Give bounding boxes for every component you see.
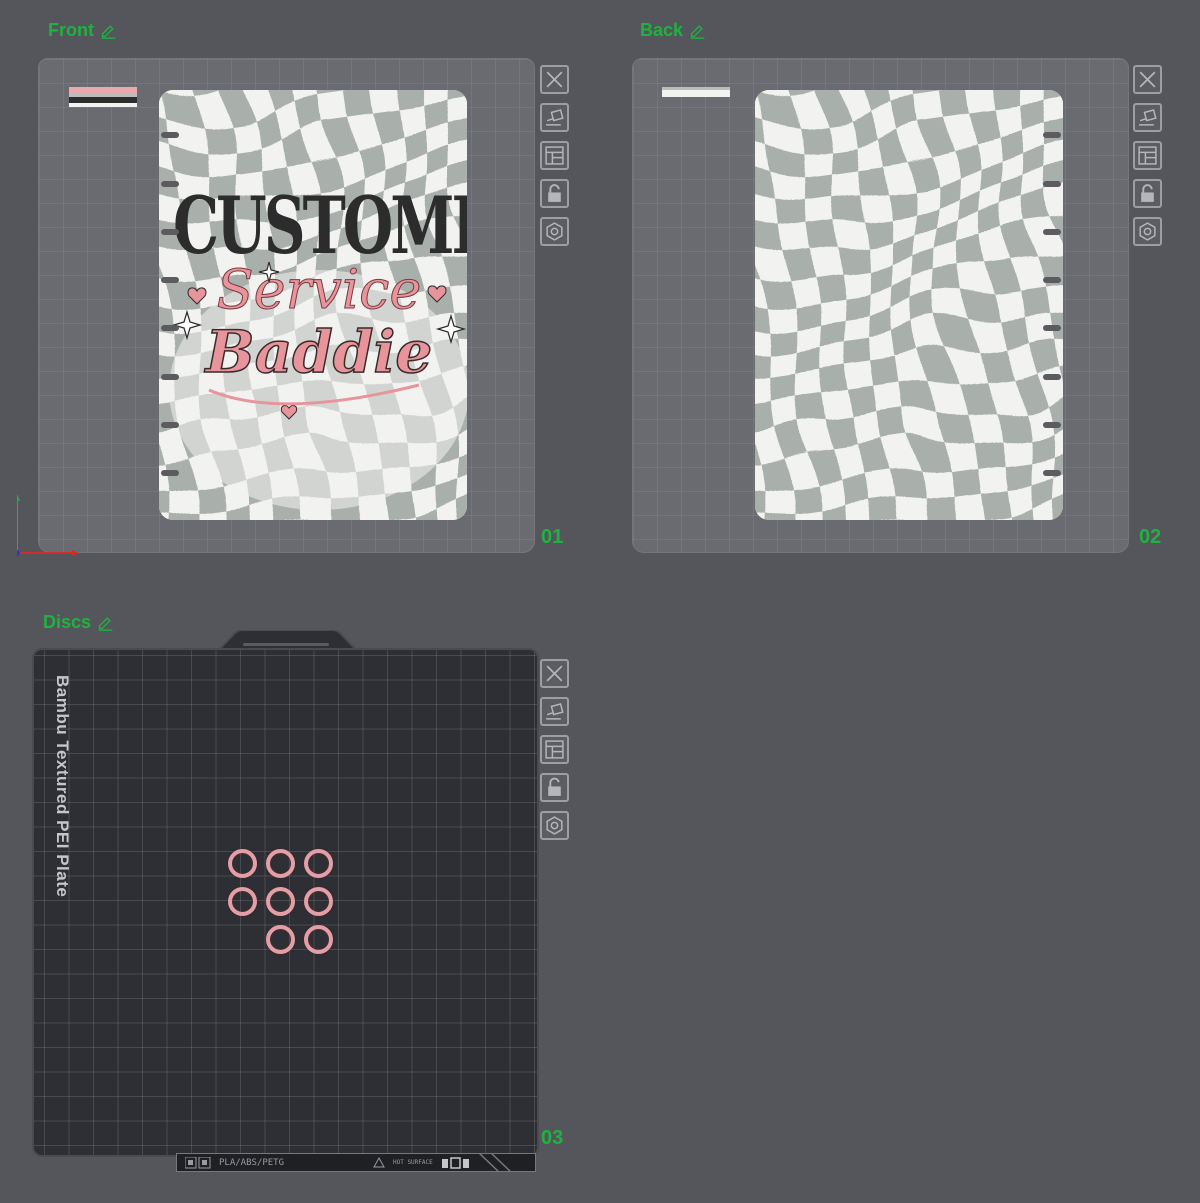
qr-icon xyxy=(185,1156,211,1168)
disc[interactable] xyxy=(266,925,295,954)
disc[interactable] xyxy=(266,849,295,878)
filament-swatch xyxy=(69,87,137,113)
cover-back[interactable] xyxy=(755,90,1063,520)
close-icon[interactable] xyxy=(540,65,569,94)
auto-arrange-icon[interactable] xyxy=(1133,103,1162,132)
plate-corner-notch xyxy=(479,1153,527,1172)
plate-number-discs: 03 xyxy=(541,1127,564,1149)
filament-swatch xyxy=(662,87,730,97)
plate-title-discs[interactable]: Discs xyxy=(43,612,114,633)
warning-triangle-icon xyxy=(373,1157,385,1168)
plate-orientation-icon xyxy=(442,1156,469,1169)
disc[interactable] xyxy=(304,887,333,916)
plate-number-front: 01 xyxy=(541,526,564,548)
plate-toolbar-front xyxy=(540,65,569,246)
auto-arrange-icon[interactable] xyxy=(540,697,569,726)
plate-toolbar-discs xyxy=(540,659,569,840)
unlock-icon[interactable] xyxy=(540,773,569,802)
plate-title-back[interactable]: Back xyxy=(640,20,706,41)
filament-compat-text: PLA/ABS/PETG xyxy=(219,1157,285,1168)
close-icon[interactable] xyxy=(540,659,569,688)
lock-icon[interactable] xyxy=(540,179,569,208)
layout-icon[interactable] xyxy=(540,735,569,764)
disc[interactable] xyxy=(228,849,257,878)
settings-hex-icon[interactable] xyxy=(1133,217,1162,246)
plate-title-label: Front xyxy=(48,20,94,40)
edit-pencil-icon[interactable] xyxy=(689,22,706,39)
layout-icon[interactable] xyxy=(540,141,569,170)
edit-pencil-icon[interactable] xyxy=(100,22,117,39)
cover-front[interactable]: CUSTOMER Service Baddie xyxy=(159,90,467,520)
plate-title-label: Discs xyxy=(43,612,92,632)
plate-title-front[interactable]: Front xyxy=(48,20,117,41)
edit-pencil-icon[interactable] xyxy=(97,614,114,631)
close-icon[interactable] xyxy=(1133,65,1162,94)
settings-hex-icon[interactable] xyxy=(540,811,569,840)
settings-hex-icon[interactable] xyxy=(540,217,569,246)
plate-info-strip: PLA/ABS/PETG HOT SURFACE xyxy=(176,1153,536,1172)
auto-arrange-icon[interactable] xyxy=(540,103,569,132)
disc[interactable] xyxy=(304,849,333,878)
sparkle-decoration-icon xyxy=(171,261,467,420)
disc[interactable] xyxy=(266,887,295,916)
axis-gizmo-icon xyxy=(17,494,79,556)
plate-number-back: 02 xyxy=(1139,526,1162,548)
hot-surface-text: HOT SURFACE xyxy=(393,1159,433,1166)
plate-type-label: Bambu Textured PEI Plate xyxy=(53,675,72,898)
lock-icon[interactable] xyxy=(1133,179,1162,208)
layout-icon[interactable] xyxy=(1133,141,1162,170)
plate-title-label: Back xyxy=(640,20,684,40)
disc[interactable] xyxy=(304,925,333,954)
plate-toolbar-back xyxy=(1133,65,1162,246)
disc[interactable] xyxy=(228,887,257,916)
